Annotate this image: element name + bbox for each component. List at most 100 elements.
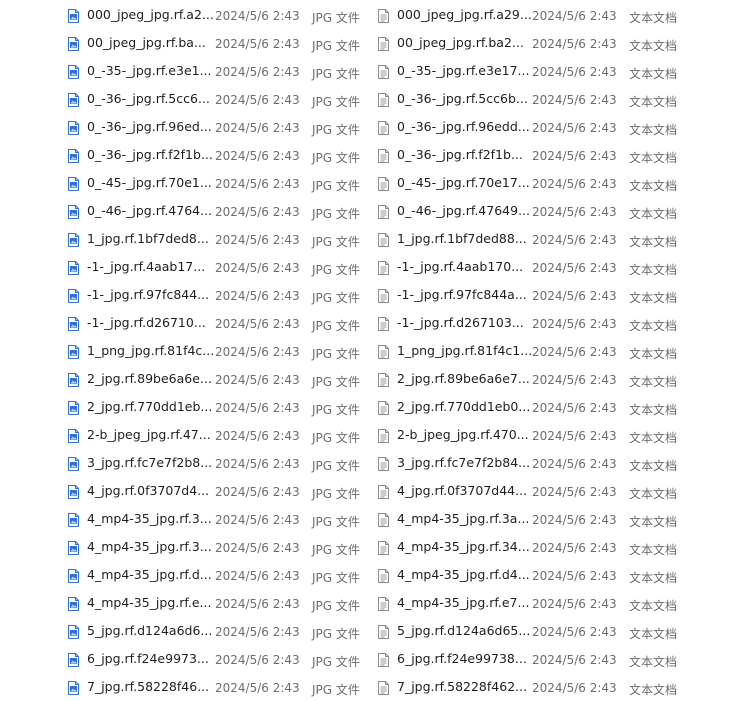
file-row[interactable]: 00_jpeg_jpg.rf.ba... 2024/5/6 2:43 JPG 文件 (68, 29, 368, 57)
file-name: 2-b_jpeg_jpg.rf.47... (87, 427, 211, 442)
file-row[interactable]: 2-b_jpeg_jpg.rf.470... 2024/5/6 2:43 文本文档 (378, 421, 750, 449)
file-type: 文本文档 (629, 291, 678, 305)
file-type: JPG 文件 (312, 543, 360, 557)
file-type: JPG 文件 (312, 179, 360, 193)
file-row[interactable]: 1_png_jpg.rf.81f4c1... 2024/5/6 2:43 文本文档 (378, 337, 750, 365)
file-row[interactable]: 0_-35-_jpg.rf.e3e17... 2024/5/6 2:43 文本文档 (378, 57, 750, 85)
file-row[interactable]: -1-_jpg.rf.97fc844a... 2024/5/6 2:43 文本文档 (378, 281, 750, 309)
text-document-icon (378, 345, 389, 359)
file-row[interactable]: 2-b_jpeg_jpg.rf.47... 2024/5/6 2:43 JPG 文件 (68, 421, 368, 449)
file-type: JPG 文件 (312, 291, 360, 305)
file-modified-date: 2024/5/6 2:43 (215, 205, 300, 219)
jpg-file-icon (68, 93, 79, 107)
file-modified-date: 2024/5/6 2:43 (215, 625, 300, 639)
file-type: 文本文档 (629, 403, 678, 417)
file-row[interactable]: 4_mp4-35_jpg.rf.34... 2024/5/6 2:43 文本文档 (378, 533, 750, 561)
file-row[interactable]: 1_png_jpg.rf.81f4c... 2024/5/6 2:43 JPG 文件 (68, 337, 368, 365)
file-modified-date: 2024/5/6 2:43 (215, 261, 300, 275)
file-row[interactable]: 7_jpg.rf.58228f462... 2024/5/6 2:43 文本文档 (378, 673, 750, 701)
file-row[interactable]: 3_jpg.rf.fc7e7f2b8... 2024/5/6 2:43 JPG 文件 (68, 449, 368, 477)
file-row[interactable]: -1-_jpg.rf.4aab17... 2024/5/6 2:43 JPG 文件 (68, 253, 368, 281)
file-name: -1-_jpg.rf.97fc844a... (397, 287, 527, 302)
file-modified-date: 2024/5/6 2:43 (532, 373, 617, 387)
file-row[interactable]: 2_jpg.rf.89be6a6e7... 2024/5/6 2:43 文本文档 (378, 365, 750, 393)
file-row[interactable]: 0_-36-_jpg.rf.96ed... 2024/5/6 2:43 JPG 文件 (68, 113, 368, 141)
file-row[interactable]: 4_mp4-35_jpg.rf.e... 2024/5/6 2:43 JPG 文件 (68, 589, 368, 617)
file-type: JPG 文件 (312, 263, 360, 277)
text-document-icon (378, 9, 389, 23)
file-row[interactable]: -1-_jpg.rf.4aab170... 2024/5/6 2:43 文本文档 (378, 253, 750, 281)
file-row[interactable]: 000_jpeg_jpg.rf.a29... 2024/5/6 2:43 文本文档 (378, 1, 750, 29)
file-type: 文本文档 (629, 39, 678, 53)
file-type: JPG 文件 (312, 67, 360, 81)
file-modified-date: 2024/5/6 2:43 (215, 37, 300, 51)
text-document-icon (378, 317, 389, 331)
file-row[interactable]: 4_jpg.rf.0f3707d4... 2024/5/6 2:43 JPG 文件 (68, 477, 368, 505)
file-type: JPG 文件 (312, 207, 360, 221)
file-row[interactable]: 1_jpg.rf.1bf7ded8... 2024/5/6 2:43 JPG 文件 (68, 225, 368, 253)
file-modified-date: 2024/5/6 2:43 (532, 65, 617, 79)
file-row[interactable]: 4_mp4-35_jpg.rf.e7... 2024/5/6 2:43 文本文档 (378, 589, 750, 617)
file-row[interactable]: 4_mp4-35_jpg.rf.3a... 2024/5/6 2:43 文本文档 (378, 505, 750, 533)
file-row[interactable]: 7_jpg.rf.58228f46... 2024/5/6 2:43 JPG 文件 (68, 673, 368, 701)
file-modified-date: 2024/5/6 2:43 (532, 401, 617, 415)
file-row[interactable]: -1-_jpg.rf.97fc844... 2024/5/6 2:43 JPG 文件 (68, 281, 368, 309)
file-name: 000_jpeg_jpg.rf.a29... (397, 7, 532, 22)
file-row[interactable]: 4_mp4-35_jpg.rf.d... 2024/5/6 2:43 JPG 文件 (68, 561, 368, 589)
file-row[interactable]: 0_-45-_jpg.rf.70e1... 2024/5/6 2:43 JPG 文件 (68, 169, 368, 197)
file-row[interactable]: 0_-35-_jpg.rf.e3e1... 2024/5/6 2:43 JPG 文件 (68, 57, 368, 85)
file-name: 4_mp4-35_jpg.rf.d4... (397, 567, 530, 582)
file-modified-date: 2024/5/6 2:43 (532, 513, 617, 527)
file-row[interactable]: 0_-46-_jpg.rf.4764... 2024/5/6 2:43 JPG 文件 (68, 197, 368, 225)
file-name: 2_jpg.rf.89be6a6e... (87, 371, 212, 386)
file-modified-date: 2024/5/6 2:43 (215, 233, 300, 247)
file-type: 文本文档 (629, 431, 678, 445)
file-type: JPG 文件 (312, 319, 360, 333)
file-name: 7_jpg.rf.58228f46... (87, 679, 210, 694)
file-row[interactable]: 0_-36-_jpg.rf.f2f1b... 2024/5/6 2:43 文本文档 (378, 141, 750, 169)
file-type: JPG 文件 (312, 683, 360, 697)
file-modified-date: 2024/5/6 2:43 (532, 457, 617, 471)
file-type: 文本文档 (629, 151, 678, 165)
file-row[interactable]: 00_jpeg_jpg.rf.ba2... 2024/5/6 2:43 文本文档 (378, 29, 750, 57)
file-row[interactable]: 3_jpg.rf.fc7e7f2b84... 2024/5/6 2:43 文本文档 (378, 449, 750, 477)
file-name: 5_jpg.rf.d124a6d65... (397, 623, 531, 638)
file-row[interactable]: 1_jpg.rf.1bf7ded88... 2024/5/6 2:43 文本文档 (378, 225, 750, 253)
file-row[interactable]: 0_-46-_jpg.rf.47649... 2024/5/6 2:43 文本文档 (378, 197, 750, 225)
jpg-file-icon (68, 177, 79, 191)
file-row[interactable]: -1-_jpg.rf.d267103... 2024/5/6 2:43 文本文档 (378, 309, 750, 337)
file-row[interactable]: 0_-36-_jpg.rf.96edd... 2024/5/6 2:43 文本文档 (378, 113, 750, 141)
file-modified-date: 2024/5/6 2:43 (215, 373, 300, 387)
file-modified-date: 2024/5/6 2:43 (215, 149, 300, 163)
file-name: 4_mp4-35_jpg.rf.3... (87, 511, 212, 526)
file-row[interactable]: 4_mp4-35_jpg.rf.3... 2024/5/6 2:43 JPG 文件 (68, 505, 368, 533)
file-row[interactable]: 5_jpg.rf.d124a6d65... 2024/5/6 2:43 文本文档 (378, 617, 750, 645)
file-modified-date: 2024/5/6 2:43 (532, 121, 617, 135)
file-row[interactable]: 6_jpg.rf.f24e99738... 2024/5/6 2:43 文本文档 (378, 645, 750, 673)
file-type: 文本文档 (629, 375, 678, 389)
file-modified-date: 2024/5/6 2:43 (215, 93, 300, 107)
file-row[interactable]: 000_jpeg_jpg.rf.a2... 2024/5/6 2:43 JPG 文件 (68, 1, 368, 29)
file-modified-date: 2024/5/6 2:43 (215, 317, 300, 331)
text-document-icon (378, 261, 389, 275)
file-modified-date: 2024/5/6 2:43 (532, 541, 617, 555)
file-row[interactable]: 2_jpg.rf.770dd1eb0... 2024/5/6 2:43 文本文档 (378, 393, 750, 421)
file-row[interactable]: 6_jpg.rf.f24e9973... 2024/5/6 2:43 JPG 文件 (68, 645, 368, 673)
file-row[interactable]: 0_-45-_jpg.rf.70e17... 2024/5/6 2:43 文本文档 (378, 169, 750, 197)
file-row[interactable]: -1-_jpg.rf.d26710... 2024/5/6 2:43 JPG 文件 (68, 309, 368, 337)
file-row[interactable]: 5_jpg.rf.d124a6d6... 2024/5/6 2:43 JPG 文件 (68, 617, 368, 645)
file-row[interactable]: 4_jpg.rf.0f3707d44... 2024/5/6 2:43 文本文档 (378, 477, 750, 505)
file-row[interactable]: 4_mp4-35_jpg.rf.3... 2024/5/6 2:43 JPG 文件 (68, 533, 368, 561)
file-row[interactable]: 2_jpg.rf.89be6a6e... 2024/5/6 2:43 JPG 文件 (68, 365, 368, 393)
file-row[interactable]: 0_-36-_jpg.rf.5cc6... 2024/5/6 2:43 JPG 文件 (68, 85, 368, 113)
file-row[interactable]: 4_mp4-35_jpg.rf.d4... 2024/5/6 2:43 文本文档 (378, 561, 750, 589)
file-name: 2_jpg.rf.770dd1eb... (87, 399, 213, 414)
file-name: 4_mp4-35_jpg.rf.34... (397, 539, 530, 554)
file-row[interactable]: 0_-36-_jpg.rf.5cc6b... 2024/5/6 2:43 文本文档 (378, 85, 750, 113)
jpg-file-icon (68, 205, 79, 219)
file-modified-date: 2024/5/6 2:43 (215, 457, 300, 471)
file-row[interactable]: 2_jpg.rf.770dd1eb... 2024/5/6 2:43 JPG 文件 (68, 393, 368, 421)
file-row[interactable]: 0_-36-_jpg.rf.f2f1b... 2024/5/6 2:43 JPG 文… (68, 141, 368, 169)
file-name: -1-_jpg.rf.4aab170... (397, 259, 524, 274)
file-type: 文本文档 (629, 487, 678, 501)
